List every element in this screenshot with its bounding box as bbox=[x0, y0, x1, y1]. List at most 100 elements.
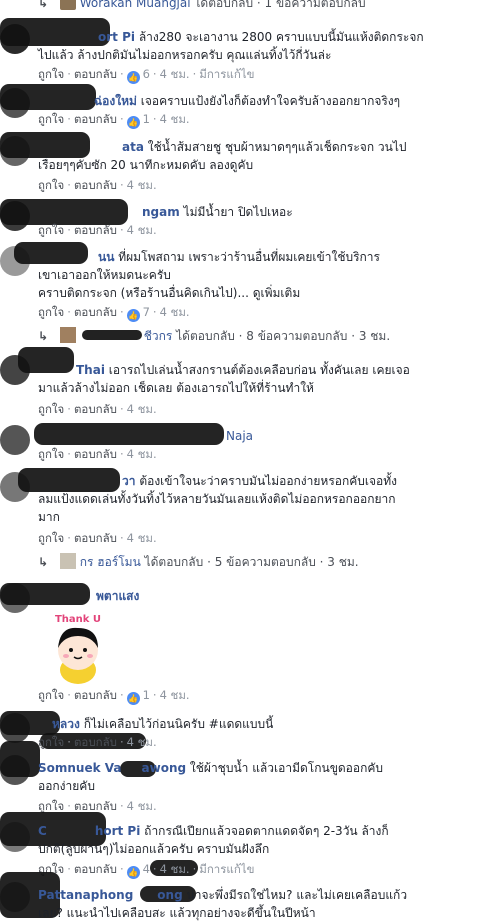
redaction bbox=[0, 741, 40, 777]
comment-body-line[interactable]: คราบติดกระจก (หรือร้านอื่นคิดเกินไป)... … bbox=[38, 284, 469, 302]
reply-button[interactable]: ตอบกลับ bbox=[74, 862, 117, 876]
comment-author[interactable]: ata bbox=[122, 140, 144, 154]
like-count[interactable]: 1 bbox=[143, 112, 150, 126]
timestamp[interactable]: 4 ชม. bbox=[160, 305, 190, 319]
timestamp[interactable]: 4 ชม. bbox=[160, 112, 190, 126]
like-count[interactable]: 4 bbox=[143, 862, 150, 876]
reply-author[interactable]: Worakan Muangjai bbox=[80, 0, 191, 10]
timestamp[interactable]: 4 ชม. bbox=[160, 67, 190, 81]
reply-button[interactable]: ตอบกลับ bbox=[74, 688, 117, 702]
comment-body: ก็ไม่เคลือบไว้ก่อนนิครับ #แดดแบบนี้ bbox=[83, 717, 274, 731]
comment-body-line: เรื่อยๆๆคับซัก 20 นาทีกะหมดคับ ลองดูคับ bbox=[38, 158, 254, 172]
comment-author[interactable]: วา bbox=[122, 474, 135, 488]
reply-button[interactable]: ตอบกลับ bbox=[74, 799, 117, 813]
timestamp[interactable]: 4 ชม. bbox=[127, 799, 157, 813]
thank-you-sticker: Thank U bbox=[55, 614, 101, 684]
redaction bbox=[81, 330, 142, 340]
comment-author[interactable]: Thai bbox=[76, 363, 105, 377]
reply-summary-row[interactable]: ↳ กร ฮอร์โมน ได้ตอบกลับ · 5 ข้อความตอบกล… bbox=[38, 553, 359, 571]
comment-body: ที่ผมโพสถาม เพราะว่าร้านอื่นที่ผมเคยเข้า… bbox=[118, 250, 380, 264]
like-button[interactable]: ถูกใจ bbox=[38, 305, 64, 319]
like-thumb-icon: 👍 bbox=[126, 309, 140, 322]
comment-body-line: เขาเอาออกให้หมดนะครับ bbox=[38, 268, 171, 282]
comment-author[interactable]: พตาแสง bbox=[96, 589, 139, 603]
comment-body-line: เลย? แนะนำไปเคลือบสะ แล้วทุกอย่างจะดีขึ้… bbox=[38, 906, 316, 920]
comment-author[interactable]: Somnuek Va awong bbox=[38, 761, 186, 775]
timestamp[interactable]: 4 ชม. bbox=[127, 531, 157, 545]
reply-button[interactable]: ตอบกลับ bbox=[74, 305, 117, 319]
comment-actions-row: ถูกใจ · ตอบกลับ · 👍 1 · 4 ชม. bbox=[0, 686, 479, 705]
comment-author[interactable]: ngam bbox=[142, 205, 180, 219]
comment-author[interactable]: ฉ่องใหม่ bbox=[94, 94, 137, 108]
comment-body: ถ้ากรณีเปียกแล้วจอดตากแดดจัดๆ 2-3วัน ล้า… bbox=[144, 824, 389, 838]
reply-button[interactable]: ตอบกลับ bbox=[74, 531, 117, 545]
comment-actions: ถูกใจ · ตอบกลับ · 4 ชม. bbox=[38, 402, 157, 416]
comment-body: น่าจะพึ่งมีรถใช่ไหม? และไม่เคยเคลือบแก้ว bbox=[186, 888, 408, 902]
timestamp[interactable]: 4 ชม. bbox=[160, 862, 190, 876]
timestamp[interactable]: 4 ชม. bbox=[160, 688, 190, 702]
like-thumb-icon: 👍 bbox=[126, 692, 140, 705]
reply-summary-row[interactable]: ↳ Worakan Muangjai ได้ตอบกลับ · 1 ข้อควา… bbox=[0, 0, 479, 12]
reply-author[interactable]: กร ฮอร์โมน bbox=[80, 555, 141, 569]
reply-author[interactable]: ชีวกร bbox=[144, 329, 173, 343]
like-count[interactable]: 1 bbox=[143, 688, 150, 702]
like-button[interactable]: ถูกใจ bbox=[38, 531, 64, 545]
reply-arrow-icon: ↳ bbox=[38, 0, 49, 10]
comment-author[interactable]: Pattanaphong ong bbox=[38, 888, 183, 902]
reply-button[interactable]: ตอบกลับ bbox=[74, 402, 117, 416]
edited-label[interactable]: มีการแก้ไข bbox=[199, 67, 254, 81]
comment-actions: ถูกใจ · ตอบกลับ · 👍 7 · 4 ชม. bbox=[38, 305, 190, 322]
comment-body-line: ออกง่ายคับ bbox=[38, 779, 95, 793]
reply-button[interactable]: ตอบกลับ bbox=[74, 223, 117, 237]
like-button[interactable]: ถูกใจ bbox=[38, 67, 64, 81]
like-button[interactable]: ถูกใจ bbox=[38, 402, 64, 416]
like-button[interactable]: ถูกใจ bbox=[38, 799, 64, 813]
like-button[interactable]: ถูกใจ bbox=[38, 447, 64, 461]
avatar[interactable] bbox=[0, 425, 30, 455]
comment-author[interactable]: Chort Pi bbox=[38, 824, 140, 838]
like-thumb-icon: 👍 bbox=[126, 116, 140, 129]
reply-arrow-icon: ↳ bbox=[38, 329, 49, 343]
like-count[interactable]: 7 bbox=[143, 305, 150, 319]
comment-body-line: ปกติ(ลูบผ่านๆ)ไม่ออกแล้วครับ คราบมันฝังล… bbox=[38, 842, 270, 856]
comment-author[interactable]: หลวง bbox=[52, 717, 80, 731]
comment-actions: ถูกใจ · ตอบกลับ · 4 ชม. bbox=[38, 447, 157, 461]
timestamp[interactable]: 4 ชม. bbox=[127, 447, 157, 461]
reply-button[interactable]: ตอบกลับ bbox=[74, 67, 117, 81]
comment: Chort Pi ถ้ากรณีเปียกแล้วจอดตากแดดจัดๆ 2… bbox=[0, 812, 479, 882]
comment-author[interactable]: นน bbox=[98, 250, 114, 264]
like-button[interactable]: ถูกใจ bbox=[38, 223, 64, 237]
like-button[interactable]: ถูกใจ bbox=[38, 735, 64, 749]
comment: นน ที่ผมโพสถาม เพราะว่าร้านอื่นที่ผมเคยเ… bbox=[0, 242, 479, 346]
timestamp[interactable]: 4 ชม. bbox=[127, 402, 157, 416]
timestamp[interactable]: 4 ชม. bbox=[127, 735, 157, 749]
avatar bbox=[59, 0, 76, 10]
like-button[interactable]: ถูกใจ bbox=[38, 178, 64, 192]
reply-meta: ได้ตอบกลับ · 1 ข้อความตอบกลับ bbox=[190, 0, 366, 10]
comment-body: เจอคราบแป้งยังไงก็ต้องทำใจครับล้างออกยาก… bbox=[140, 94, 401, 108]
comment-body-line: มาแล้วล้างไม่ออก เช็ดเลย ต้องเอารถไปให้ท… bbox=[38, 381, 314, 395]
reply-button[interactable]: ตอบกลับ bbox=[74, 447, 117, 461]
like-count[interactable]: 6 bbox=[143, 67, 150, 81]
comment-body: ใช้น้ำส้มสายชู ชุบผ้าหมาดๆๆแล้วเช็ดกระจก… bbox=[147, 140, 407, 154]
reply-button[interactable]: ตอบกลับ bbox=[74, 178, 117, 192]
like-button[interactable]: ถูกใจ bbox=[38, 688, 64, 702]
edited-label[interactable]: มีการแก้ไข bbox=[199, 862, 254, 876]
avatar bbox=[59, 327, 76, 343]
reply-button[interactable]: ตอบกลับ bbox=[74, 735, 117, 749]
reply-meta: ได้ตอบกลับ · 8 ข้อความตอบกลับ · 3 ชม. bbox=[172, 329, 391, 343]
comment-body-line: ไปแล้ว ล้างปกติมันไม่ออกหรอกครับ คุณแล่น… bbox=[38, 48, 332, 62]
timestamp[interactable]: 4 ชม. bbox=[127, 178, 157, 192]
comment: วา ต้องเข้าใจนะว่าคราบมันไม่ออกง่ายหรอกค… bbox=[0, 468, 479, 572]
timestamp[interactable]: 4 ชม. bbox=[127, 223, 157, 237]
comment: ngam ไม่มีน้ำยา ปิดไปเหอะ ถูกใจ · ตอบกลับ ·… bbox=[0, 199, 479, 243]
comment-body-line: มาก bbox=[38, 510, 60, 524]
comment-author[interactable]: ort Pi bbox=[98, 30, 135, 44]
reply-button[interactable]: ตอบกลับ bbox=[74, 112, 117, 126]
comment-body: ต้องเข้าใจนะว่าคราบมันไม่ออกง่ายหรอกคับเ… bbox=[139, 474, 398, 488]
comment-body-line: ลมแป้งแดดเล่นทั้งวันทิ้งไว้หลายวันมันเลย… bbox=[38, 492, 396, 506]
comment-body: ไม่มีน้ำยา ปิดไปเหอะ bbox=[183, 205, 293, 219]
reply-summary-row[interactable]: ↳ ชีวกร ได้ตอบกลับ · 8 ข้อความตอบกลับ · … bbox=[38, 327, 390, 345]
like-button[interactable]: ถูกใจ bbox=[38, 112, 64, 126]
reply-meta: ได้ตอบกลับ · 5 ข้อความตอบกลับ · 3 ชม. bbox=[140, 555, 359, 569]
